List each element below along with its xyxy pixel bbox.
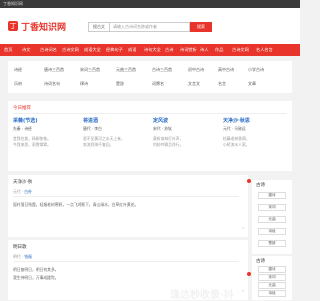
poem-line: 奔流到海不复回。: [83, 142, 114, 147]
article-author[interactable]: 白朴: [24, 189, 32, 194]
more-link[interactable]: ›: [242, 288, 244, 293]
nav-item[interactable]: 古诗: [165, 44, 173, 56]
category-link[interactable]: 词牌名: [152, 81, 164, 87]
nav-item[interactable]: 首页: [4, 44, 12, 56]
side-title: 古诗: [256, 259, 265, 264]
article-text: 明日复明日，明日何其多。: [13, 267, 59, 272]
nav-item[interactable]: 古诗文网: [232, 44, 249, 56]
category-panel: 诗经 唐诗三百首 宋词三百首 元曲三百首 古诗三百首 初中古诗 高中古诗 小学古…: [8, 61, 292, 93]
nav-item[interactable]: 成语大全: [84, 44, 101, 56]
category-link[interactable]: 唐诗三百首: [44, 67, 64, 73]
nav-item[interactable]: 诗文: [22, 44, 30, 56]
section-title: 今日推荐: [13, 106, 31, 111]
nav-item[interactable]: 古诗词名: [40, 44, 57, 56]
category-link[interactable]: 律诗: [80, 81, 88, 87]
divider: [13, 113, 287, 114]
nav-item[interactable]: 诗词赏析: [180, 44, 197, 56]
search-button[interactable]: 搜索: [190, 22, 212, 32]
poem-title[interactable]: 采薇(节选): [13, 117, 77, 124]
article-dynasty: 明代 ·: [13, 254, 25, 259]
side-tag[interactable]: 宋词: [258, 274, 286, 281]
side-tag[interactable]: 元曲: [258, 282, 286, 289]
category-link[interactable]: 元曲三百首: [116, 67, 136, 73]
nav-item[interactable]: 成语: [128, 44, 136, 56]
article-meta: 明代 · 钱福: [13, 254, 32, 260]
watermark-text: 逸达秒收录·抖: [170, 290, 234, 301]
poem-card[interactable]: 天净沙·秋思 元代 · 马致远 枯藤老树昏鸦， 小桥流水人家。: [223, 117, 287, 167]
category-link[interactable]: 诗词名句: [44, 81, 60, 87]
poem-author: 唐代 · 李白: [83, 126, 102, 131]
poem-title[interactable]: 天净沙·秋思: [223, 117, 287, 124]
main-nav: 首页 诗文 古诗词名 古诗文网 成语大全 经典句子 成语 诗句大全 古诗 诗词赏…: [0, 44, 300, 56]
category-link[interactable]: 初中古诗: [188, 67, 204, 73]
poem-card[interactable]: 定风波 宋代 · 苏轼 莫听穿林打叶声， 何妨吟啸且徐行。: [153, 117, 217, 167]
nav-item[interactable]: 作品: [215, 44, 223, 56]
side-tag[interactable]: 楚辞: [258, 240, 286, 247]
logo-text: 丁香知识网: [21, 22, 67, 33]
browser-title-bar: 丁香知识网: [0, 0, 300, 8]
side-panel: 古诗 唐诗 宋词 元曲 诗经: [252, 256, 292, 300]
recommend-section: 今日推荐 采薇(节选) 先秦 · 诗经 昔我往矣，杨柳依依。 今我来思，雨雪霏霏…: [8, 101, 292, 171]
article-text: 孤村落日残霞，轻烟老树寒鸦，一点飞鸿影下。青山绿水，白草红叶黄花。: [13, 202, 139, 207]
poem-line: 小桥流水人家。: [223, 142, 250, 147]
category-link[interactable]: 文言文: [188, 81, 200, 87]
article-title[interactable]: 明日歌: [13, 244, 27, 250]
poem-card[interactable]: 采薇(节选) 先秦 · 诗经 昔我往矣，杨柳依依。 今我来思，雨雪霏霏。: [13, 117, 77, 167]
poem-author: 宋代 · 苏轼: [153, 126, 172, 131]
article-author[interactable]: 钱福: [24, 254, 32, 259]
article-title[interactable]: 天净沙·秋: [13, 179, 32, 185]
logo-icon: 丁: [8, 21, 18, 31]
poem-article: 天净沙·秋 元代 · 白朴 孤村落日残霞，轻烟老树寒鸦，一点飞鸿影下。青山绿水，…: [8, 175, 248, 237]
category-link[interactable]: 宋词三百首: [80, 67, 100, 73]
category-link[interactable]: 小学古诗: [248, 67, 264, 73]
category-link[interactable]: 名言: [218, 81, 226, 87]
divider: [13, 196, 239, 197]
more-link[interactable]: ›: [242, 225, 244, 230]
site-logo[interactable]: 丁 丁香知识网: [8, 18, 66, 34]
search-bar: 搜古文 请输入古诗词名称或作者 搜索: [88, 22, 212, 32]
poem-title[interactable]: 定风波: [153, 117, 217, 124]
poem-author: 元代 · 马致远: [223, 126, 246, 131]
category-link[interactable]: 乐府: [14, 81, 22, 87]
search-type-select[interactable]: 搜古文: [88, 22, 110, 32]
category-link[interactable]: 文章: [248, 81, 256, 87]
site-header: 丁 丁香知识网 搜古文 请输入古诗词名称或作者 搜索: [0, 8, 300, 44]
side-tag[interactable]: 诗经: [258, 228, 286, 235]
nav-item[interactable]: 古诗文网: [62, 44, 79, 56]
divider: [13, 261, 239, 262]
accent-dot: [247, 179, 251, 183]
side-tag[interactable]: 元曲: [258, 216, 286, 223]
article-meta: 元代 · 白朴: [13, 189, 32, 195]
nav-item[interactable]: 经典句子: [106, 44, 123, 56]
side-tag[interactable]: 诗经: [258, 290, 286, 297]
side-tag[interactable]: 唐诗: [258, 192, 286, 199]
nav-item[interactable]: 诗人: [200, 44, 208, 56]
article-text: 我生待明日，万事成蹉跎。: [13, 275, 59, 280]
category-link[interactable]: 高中古诗: [218, 67, 234, 73]
nav-item[interactable]: 诗句大全: [144, 44, 161, 56]
side-tag[interactable]: 宋词: [258, 204, 286, 211]
category-link[interactable]: 古诗三百首: [152, 67, 172, 73]
nav-item[interactable]: 名人名言: [256, 44, 273, 56]
poem-line: 何妨吟啸且徐行。: [153, 142, 184, 147]
accent-dot: [247, 272, 251, 276]
poem-card[interactable]: 将进酒 唐代 · 李白 君不见黄河之水天上来， 奔流到海不复回。: [83, 117, 147, 167]
category-link[interactable]: 楚辞: [116, 81, 124, 87]
category-link[interactable]: 诗经: [14, 67, 22, 73]
article-dynasty: 元代 ·: [13, 189, 25, 194]
side-title: 古诗: [256, 183, 265, 188]
search-input[interactable]: 请输入古诗词名称或作者: [110, 22, 190, 32]
poem-title[interactable]: 将进酒: [83, 117, 147, 124]
poem-line: 今我来思，雨雪霏霏。: [13, 142, 51, 147]
side-tag[interactable]: 唐诗: [258, 266, 286, 273]
side-panel: 古诗 唐诗 宋词 元曲 诗经 楚辞: [252, 180, 292, 254]
browser-title: 丁香知识网: [3, 1, 23, 6]
poem-author: 先秦 · 诗经: [13, 126, 32, 131]
